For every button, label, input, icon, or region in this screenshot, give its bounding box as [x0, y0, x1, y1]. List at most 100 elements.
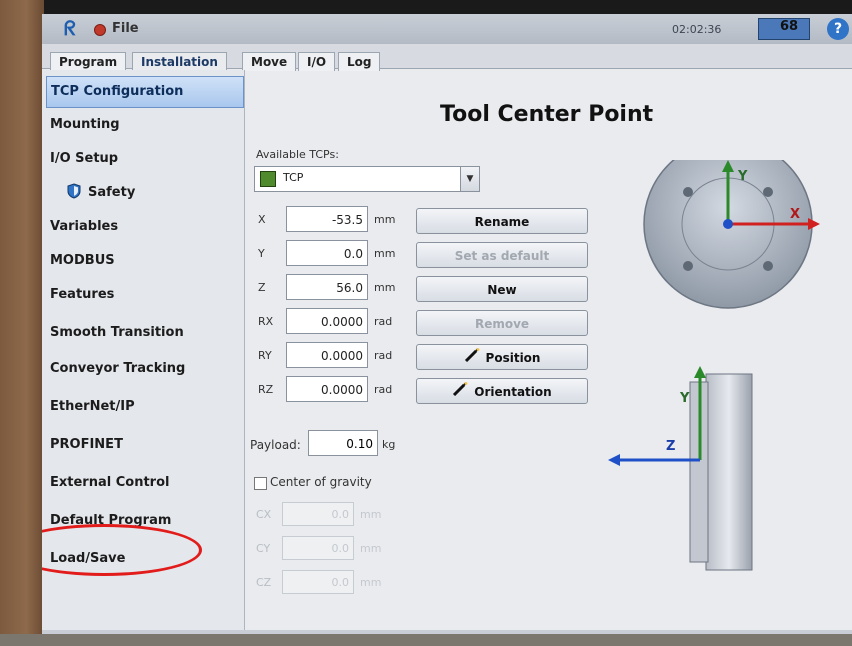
- coord-row-ry: RY 0.0000 rad: [258, 342, 408, 370]
- cog-name: CX: [256, 508, 272, 521]
- coord-x-field[interactable]: -53.5: [286, 206, 368, 232]
- sidebar-item-label: TCP Configuration: [51, 84, 184, 99]
- tab-program[interactable]: Program: [50, 52, 127, 71]
- coord-row-rx: RX 0.0000 rad: [258, 308, 408, 336]
- new-button[interactable]: New: [416, 276, 588, 302]
- chevron-down-icon[interactable]: ▼: [460, 167, 479, 191]
- help-icon[interactable]: ?: [827, 18, 849, 40]
- sidebar-item-label: PROFINET: [50, 437, 123, 452]
- cog-name: CY: [256, 542, 271, 555]
- coord-name: RZ: [258, 383, 274, 396]
- coord-ry-field[interactable]: 0.0000: [286, 342, 368, 368]
- shield-icon: [66, 181, 82, 199]
- tcp-select[interactable]: TCP ▼: [254, 166, 480, 192]
- cog-name: CZ: [256, 576, 272, 589]
- coord-row-z: Z 56.0 mm: [258, 274, 408, 302]
- rename-button[interactable]: Rename: [416, 208, 588, 234]
- tcp-select-value: TCP: [283, 171, 304, 184]
- sidebar-item-label: Mounting: [50, 117, 120, 132]
- cog-row-cx: CX 0.0 mm: [256, 502, 386, 528]
- speed-value: 68: [780, 19, 799, 34]
- cog-unit: mm: [360, 542, 382, 555]
- cog-unit: mm: [360, 508, 382, 521]
- sidebar-item-profinet[interactable]: PROFINET: [50, 430, 240, 460]
- coord-unit: mm: [374, 281, 396, 294]
- cog-unit: mm: [360, 576, 382, 589]
- photo-bottom-edge: [0, 634, 852, 646]
- sidebar-item-tcp-configuration[interactable]: TCP Configuration: [46, 76, 244, 108]
- sidebar-item-safety[interactable]: Safety: [50, 178, 240, 208]
- tab-log[interactable]: Log: [338, 52, 381, 71]
- tab-io[interactable]: I/O: [298, 52, 336, 71]
- sidebar-item-modbus[interactable]: MODBUS: [50, 246, 240, 276]
- sidebar-item-ethernet-ip[interactable]: EtherNet/IP: [50, 392, 240, 422]
- sidebar-item-features[interactable]: Features: [50, 280, 240, 310]
- coord-name: Z: [258, 281, 266, 294]
- cog-cz-field[interactable]: 0.0: [282, 570, 354, 594]
- wand-icon: [464, 345, 480, 371]
- flange-top-view: [643, 139, 820, 309]
- sidebar-item-smooth-transition[interactable]: Smooth Transition: [50, 318, 240, 348]
- power-icon[interactable]: [94, 24, 106, 36]
- sidebar-item-label: Conveyor Tracking: [50, 361, 186, 376]
- coord-z-field[interactable]: 56.0: [286, 274, 368, 300]
- position-button-label: Position: [485, 351, 541, 365]
- remove-button[interactable]: Remove: [416, 310, 588, 336]
- set-as-default-button[interactable]: Set as default: [416, 242, 588, 268]
- coord-name: RY: [258, 349, 272, 362]
- sidebar-item-label: External Control: [50, 475, 170, 490]
- cog-row-cz: CZ 0.0 mm: [256, 570, 386, 596]
- wand-icon: [452, 379, 468, 405]
- sidebar-item-label: Features: [50, 287, 115, 302]
- coord-rz-field[interactable]: 0.0000: [286, 376, 368, 402]
- coord-unit: mm: [374, 213, 396, 226]
- coord-row-y: Y 0.0 mm: [258, 240, 408, 268]
- main-tabs: Program Installation Move I/O Log: [42, 44, 852, 71]
- side-z-axis-label: Z: [666, 439, 675, 454]
- tab-installation[interactable]: Installation: [132, 52, 227, 71]
- top-x-axis-label: X: [790, 207, 800, 222]
- monitor-bezel-left: [0, 0, 44, 646]
- sidebar-item-mounting[interactable]: Mounting: [50, 110, 240, 140]
- sidebar-item-label: Variables: [50, 219, 119, 234]
- tcp-icon: [260, 171, 276, 187]
- orientation-button-label: Orientation: [474, 385, 552, 399]
- orientation-button[interactable]: Orientation: [416, 378, 588, 404]
- coord-unit: mm: [374, 247, 396, 260]
- coord-row-x: X -53.5 mm: [258, 206, 408, 234]
- page-title: Tool Center Point: [440, 102, 654, 127]
- installation-sidebar: TCP Configuration Mounting I/O Setup Saf…: [42, 70, 245, 630]
- tab-move[interactable]: Move: [242, 52, 297, 71]
- tcp-configuration-panel: Tool Center Point Available TCPs: TCP ▼ …: [246, 70, 852, 630]
- center-of-gravity-checkbox[interactable]: [254, 477, 267, 490]
- sidebar-item-external-control[interactable]: External Control: [50, 468, 240, 498]
- sidebar-item-variables[interactable]: Variables: [50, 212, 240, 242]
- sidebar-item-label: Smooth Transition: [50, 325, 184, 340]
- polyscope-screen: ᖇ File 02:02:36 68 ? Program Installatio…: [42, 14, 852, 634]
- center-of-gravity-label: Center of gravity: [270, 475, 372, 489]
- payload-unit: kg: [382, 438, 396, 451]
- sidebar-item-label: I/O Setup: [50, 151, 119, 166]
- coord-rx-field[interactable]: 0.0000: [286, 308, 368, 334]
- coord-name: X: [258, 213, 266, 226]
- coord-name: Y: [258, 247, 265, 260]
- sidebar-item-io-setup[interactable]: I/O Setup: [50, 144, 240, 174]
- file-menu[interactable]: File: [112, 21, 139, 36]
- tcp-diagram: Y X Y Z: [606, 139, 852, 600]
- available-tcps-label: Available TCPs:: [256, 148, 339, 161]
- payload-field[interactable]: 0.10: [308, 430, 378, 456]
- sidebar-item-conveyor-tracking[interactable]: Conveyor Tracking: [50, 354, 240, 384]
- cog-cx-field[interactable]: 0.0: [282, 502, 354, 526]
- title-bar: ᖇ File 02:02:36 68 ?: [42, 14, 852, 44]
- cog-cy-field[interactable]: 0.0: [282, 536, 354, 560]
- sidebar-item-label: EtherNet/IP: [50, 399, 135, 414]
- clock: 02:02:36: [672, 23, 722, 36]
- ur-logo-icon: ᖇ: [64, 16, 76, 40]
- coord-row-rz: RZ 0.0000 rad: [258, 376, 408, 404]
- coord-unit: rad: [374, 383, 393, 396]
- sidebar-item-label: Safety: [88, 185, 136, 200]
- sidebar-item-label: MODBUS: [50, 253, 115, 268]
- coord-y-field[interactable]: 0.0: [286, 240, 368, 266]
- payload-label: Payload:: [250, 438, 301, 452]
- position-button[interactable]: Position: [416, 344, 588, 370]
